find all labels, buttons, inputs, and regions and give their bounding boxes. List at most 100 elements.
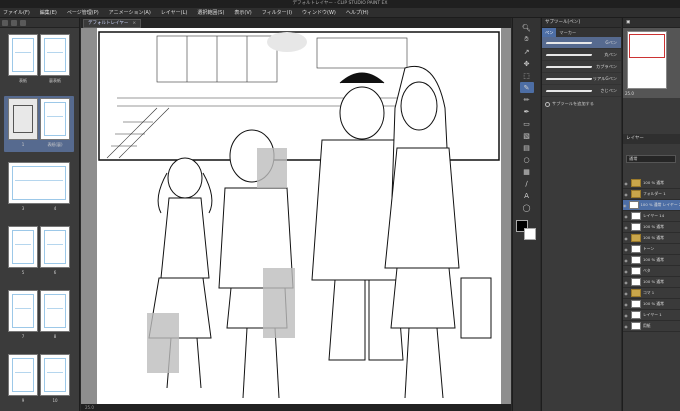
gradient-icon[interactable]: ▤ xyxy=(520,142,534,153)
eye-icon[interactable]: ◉ xyxy=(623,247,629,252)
menu-page[interactable]: ページ管理(P) xyxy=(67,9,99,16)
menu-help[interactable]: ヘルプ(H) xyxy=(346,9,369,16)
move-icon[interactable]: ✥ xyxy=(520,58,534,69)
delete-page-icon[interactable] xyxy=(11,19,17,26)
layer-row[interactable]: ◉ トーン xyxy=(623,244,680,255)
page-thumbnail[interactable] xyxy=(8,354,38,396)
select-icon[interactable]: ⬚ xyxy=(520,70,534,81)
menu-animation[interactable]: アニメーション(A) xyxy=(109,9,151,16)
eraser-icon[interactable]: ▭ xyxy=(520,118,534,129)
layer-row[interactable]: ◉ ベタ xyxy=(623,266,680,277)
layer-row[interactable]: ◉ コマ 1 xyxy=(623,288,680,299)
page-spread[interactable]: 3 4 xyxy=(4,160,74,216)
brush-item[interactable]: カブラペン xyxy=(542,61,621,73)
layer-row[interactable]: ◉ 100 % 通常 xyxy=(623,255,680,266)
menu-file[interactable]: ファイル(F) xyxy=(3,9,30,16)
eye-icon[interactable]: ◉ xyxy=(623,192,629,197)
navigator-thumbnail[interactable] xyxy=(627,31,667,89)
page-label: 10 xyxy=(52,398,58,403)
eye-icon[interactable]: ◉ xyxy=(623,313,629,318)
layer-thumbnail xyxy=(631,300,641,308)
layer-row[interactable]: ◉ 100 % 通常 レイヤー 2 xyxy=(623,200,680,211)
page-thumbnail[interactable] xyxy=(8,290,38,332)
page-thumbnail[interactable] xyxy=(40,354,70,396)
color-swatches[interactable] xyxy=(515,220,538,242)
layer-row[interactable]: ◉ 用紙 xyxy=(623,321,680,332)
page-spread[interactable]: 表紙 裏表紙 xyxy=(4,32,74,88)
page-spread[interactable]: 9 10 xyxy=(4,352,74,408)
menu-selection[interactable]: 選択範囲(S) xyxy=(197,9,224,16)
eye-icon[interactable]: ◉ xyxy=(623,225,629,230)
page-thumbnail[interactable] xyxy=(8,34,38,76)
canvas-area[interactable] xyxy=(81,28,511,404)
add-page-icon[interactable] xyxy=(2,19,8,26)
layer-row[interactable]: ◉ 100 % 通常 xyxy=(623,233,680,244)
layer-row[interactable]: ◉ レイヤー 14 xyxy=(623,211,680,222)
page-thumbnail[interactable] xyxy=(40,226,70,268)
brush-item[interactable]: リアルGペン xyxy=(542,73,621,85)
layer-row[interactable]: ◉ 100 % 通常 xyxy=(623,299,680,310)
frame-icon[interactable]: ▦ xyxy=(520,166,534,177)
layer-name: レイヤー 14 xyxy=(643,213,665,218)
eye-icon[interactable]: ◉ xyxy=(623,258,629,263)
page-thumbnail[interactable] xyxy=(8,98,38,140)
page-spread[interactable]: 5 6 xyxy=(4,224,74,280)
tab-marker[interactable]: マーカー xyxy=(556,28,579,37)
menu-window[interactable]: ウィンドウ(W) xyxy=(302,9,336,16)
eye-icon[interactable]: ◉ xyxy=(623,302,629,307)
brush-name: リアルGペン xyxy=(592,75,617,81)
layer-row[interactable]: ◉ レイヤー 1 xyxy=(623,310,680,321)
page-spread[interactable]: 7 8 xyxy=(4,288,74,344)
page-label: 1 xyxy=(21,142,25,147)
layer-row[interactable]: ◉ フォルダー 1 xyxy=(623,189,680,200)
tab-pen[interactable]: ペン xyxy=(542,28,557,37)
page-label: 6 xyxy=(53,270,57,275)
page-thumbnail[interactable] xyxy=(8,226,38,268)
layer-row[interactable]: ◉ 100 % 通常 xyxy=(623,222,680,233)
eyedropper-icon[interactable]: ↗ xyxy=(520,46,534,57)
add-subtool-button[interactable]: サブツールを追加する xyxy=(545,101,618,107)
eye-icon[interactable]: ◉ xyxy=(623,280,629,285)
navigator-panel[interactable]: 25.0 xyxy=(623,28,680,98)
view-frame[interactable] xyxy=(629,34,665,58)
eye-icon[interactable]: ◉ xyxy=(623,236,629,241)
zoom-icon[interactable]: 🔍︎ xyxy=(520,22,534,33)
layer-name: 100 % 通常 xyxy=(643,224,664,229)
layer-row[interactable]: ◉ 100 % 通常 xyxy=(623,277,680,288)
eye-icon[interactable]: ◉ xyxy=(623,181,629,186)
sub-color-swatch[interactable] xyxy=(523,228,536,240)
navigator-zoom[interactable]: 25.0 xyxy=(625,91,634,96)
brush-icon[interactable]: ✒ xyxy=(520,106,534,117)
brush-item[interactable]: Gペン xyxy=(542,37,621,49)
eye-icon[interactable]: ◉ xyxy=(623,291,629,296)
eye-icon[interactable]: ◉ xyxy=(623,203,627,208)
fill-icon[interactable]: ▧ xyxy=(520,130,534,141)
page-thumbnail[interactable] xyxy=(8,162,70,204)
pen-icon[interactable]: ✎ xyxy=(519,82,534,93)
manga-page[interactable] xyxy=(97,28,501,404)
balloon-icon[interactable]: ◯ xyxy=(520,202,534,213)
layer-row[interactable]: ◉ 100 % 通常 xyxy=(623,178,680,189)
document-tab[interactable]: デフォルトレイヤー × xyxy=(83,18,142,28)
menu-layer[interactable]: レイヤー(L) xyxy=(161,9,188,16)
eye-icon[interactable]: ◉ xyxy=(623,324,629,329)
close-icon[interactable]: × xyxy=(132,19,136,28)
brush-item[interactable]: 丸ペン xyxy=(542,49,621,61)
page-spread-selected[interactable]: 1 表紙(裏) xyxy=(4,96,74,152)
hand-icon[interactable]: ✋︎ xyxy=(520,34,534,45)
pencil-icon[interactable]: ✏ xyxy=(520,94,534,105)
menu-view[interactable]: 表示(V) xyxy=(234,9,251,16)
eye-icon[interactable]: ◉ xyxy=(623,269,629,274)
figure-icon[interactable]: ○ xyxy=(520,154,534,165)
page-thumbnail[interactable] xyxy=(40,98,70,140)
ruler-icon[interactable]: ∕ xyxy=(520,178,534,189)
page-thumbnail[interactable] xyxy=(40,290,70,332)
page-settings-icon[interactable] xyxy=(20,19,26,26)
brush-item[interactable]: さじペン xyxy=(542,85,621,97)
eye-icon[interactable]: ◉ xyxy=(623,214,629,219)
blend-mode-select[interactable]: 通常 xyxy=(626,155,676,163)
text-icon[interactable]: A xyxy=(520,190,534,201)
page-thumbnail[interactable] xyxy=(40,34,70,76)
menu-filter[interactable]: フィルター(I) xyxy=(262,9,292,16)
menu-edit[interactable]: 編集(E) xyxy=(40,9,57,16)
